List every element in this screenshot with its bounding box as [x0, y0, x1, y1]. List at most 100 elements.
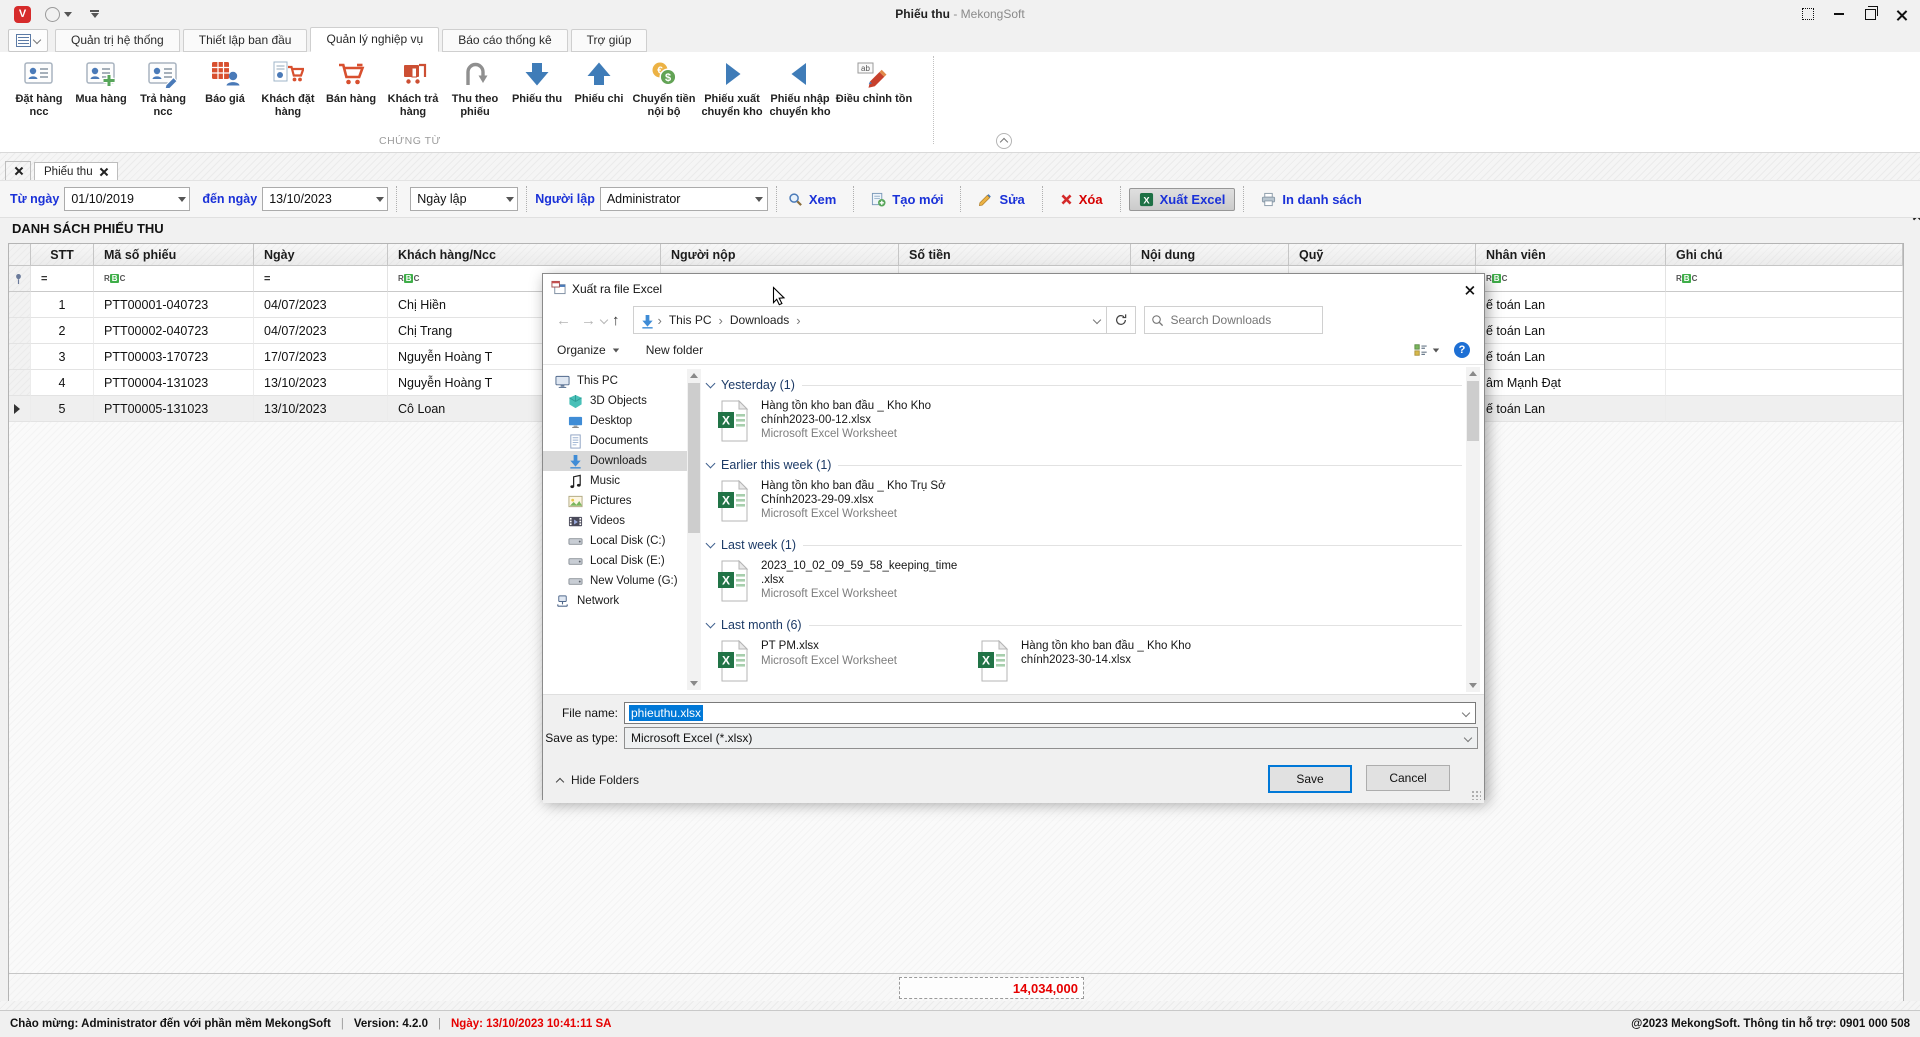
sidebar-item-local-disk-c-[interactable]: Local Disk (C:) [543, 531, 701, 551]
column-header-marker[interactable] [9, 244, 31, 266]
sidebar-item-downloads[interactable]: Downloads [543, 451, 701, 471]
ribbon-item[interactable]: ab Điều chỉnh tồn [834, 56, 914, 106]
ribbon-tab[interactable]: Quản lý nghiệp vụ [310, 27, 439, 52]
ribbon-item[interactable]: Khách trả hàng [382, 56, 444, 119]
ribbon-item[interactable]: Thu theo phiếu [444, 56, 506, 119]
restore-button[interactable] [1863, 7, 1877, 21]
filter-cell-date[interactable]: = [254, 266, 388, 292]
file-group-header[interactable]: Last month (6) [705, 618, 1484, 632]
column-header-date[interactable]: Ngày [254, 244, 388, 266]
ribbon-item[interactable]: Báo giá [194, 56, 256, 106]
list-item[interactable]: X Hàng tồn kho ban đầu _ Kho Khochính202… [977, 640, 1225, 685]
ribbon-tab[interactable]: Quản trị hệ thống [55, 29, 180, 52]
ribbon-item[interactable]: Trả hàng ncc [132, 56, 194, 119]
search-input[interactable] [1169, 312, 1293, 328]
hide-folders-button[interactable]: Hide Folders [557, 773, 639, 787]
ribbon-tab[interactable]: Thiết lập ban đầu [183, 29, 308, 52]
date-type-combobox[interactable]: Ngày lập [410, 187, 518, 211]
scrollbar-thumb[interactable] [1467, 381, 1479, 441]
fullscreen-button[interactable] [1801, 7, 1815, 21]
tab-phieu-thu[interactable]: Phiếu thu [34, 162, 118, 181]
back-arrow-icon[interactable]: ← [556, 312, 571, 329]
scrollbar-thumb[interactable] [688, 383, 700, 533]
quick-access-dropdown-icon[interactable] [64, 12, 72, 17]
forward-arrow-icon[interactable]: → [581, 312, 596, 329]
from-date-combobox[interactable]: 01/10/2019 [64, 187, 190, 211]
ribbon-item[interactable]: Khách đặt hàng [256, 56, 320, 119]
file-group-header[interactable]: Yesterday (1) [705, 378, 1484, 392]
sidebar-scrollbar[interactable] [687, 369, 701, 690]
sidebar-item-music[interactable]: Music [543, 471, 701, 491]
quick-access-circle-icon[interactable] [45, 7, 60, 22]
sidebar-item-3d-objects[interactable]: 3D Objects [543, 391, 701, 411]
ribbon-item[interactable]: Bán hàng [320, 56, 382, 106]
ribbon-item[interactable]: Đặt hàng ncc [8, 56, 70, 119]
address-dropdown-icon[interactable] [1092, 316, 1100, 324]
filter-cell-stt[interactable]: = [31, 266, 94, 292]
column-header-customer[interactable]: Khách hàng/Ncc [388, 244, 661, 266]
ribbon-collapse-button[interactable] [996, 133, 1012, 149]
list-item[interactable]: X Hàng tồn kho ban đầu _ Kho Khochính202… [717, 400, 965, 445]
ribbon-item[interactable]: Phiếu chi [568, 56, 630, 106]
search-box[interactable] [1144, 306, 1323, 334]
ribbon-item[interactable]: Mua hàng [70, 56, 132, 106]
column-header-amount[interactable]: Số tiền [899, 244, 1131, 266]
scroll-up-icon[interactable] [690, 373, 698, 378]
close-tab-icon[interactable] [100, 168, 108, 176]
organize-button[interactable]: Organize [557, 343, 620, 357]
cancel-button[interactable]: Cancel [1366, 765, 1450, 791]
sidebar-item-this-pc[interactable]: This PC [543, 371, 701, 391]
list-item[interactable]: X Hàng tồn kho ban đầu _ Kho Trụ SởChính… [717, 480, 965, 525]
ribbon-item[interactable]: Phiếu nhập chuyển kho [766, 56, 834, 119]
column-header-stt[interactable]: STT [31, 244, 94, 266]
in-danh-s-ch-button[interactable]: In danh sách [1252, 189, 1370, 210]
column-header-fund[interactable]: Quỹ [1289, 244, 1476, 266]
to-date-combobox[interactable]: 13/10/2023 [262, 187, 388, 211]
t-o-m-i-button[interactable]: Tạo mới [862, 189, 952, 210]
sidebar-item-new-volume-g-[interactable]: New Volume (G:) [543, 571, 701, 591]
ribbon-item[interactable]: €$ Chuyển tiền nội bộ [630, 56, 698, 119]
sidebar-item-documents[interactable]: Documents [543, 431, 701, 451]
scroll-down-icon[interactable] [1469, 683, 1477, 688]
column-header-employee[interactable]: Nhân viên [1476, 244, 1666, 266]
scroll-down-icon[interactable] [690, 681, 698, 686]
file-group-header[interactable]: Last week (1) [705, 538, 1484, 552]
list-item[interactable]: X 2023_10_02_09_59_58_keeping_time.xlsx … [717, 560, 965, 605]
application-menu-button[interactable] [8, 29, 48, 52]
ribbon-item[interactable]: Phiếu xuất chuyển kho [698, 56, 766, 119]
address-bar[interactable]: › This PC › Downloads › [633, 306, 1107, 334]
column-header-payer[interactable]: Người nộp [661, 244, 899, 266]
ribbon-tab[interactable]: Báo cáo thống kê [442, 29, 567, 52]
new-folder-button[interactable]: New folder [646, 343, 703, 357]
view-options-icon[interactable] [1414, 343, 1440, 357]
chevron-down-icon[interactable] [1462, 709, 1470, 717]
file-group-header[interactable]: Earlier this week (1) [705, 458, 1484, 472]
breadcrumb-this-pc[interactable]: This PC [665, 313, 716, 327]
ribbon-item[interactable]: Phiếu thu [506, 56, 568, 106]
customize-toolbar-icon[interactable] [90, 10, 99, 18]
x-a-button[interactable]: Xóa [1051, 189, 1112, 210]
ribbon-tab[interactable]: Trợ giúp [571, 29, 648, 52]
xu-t-excel-button[interactable]: XXuất Excel [1129, 188, 1236, 211]
s-a-button[interactable]: Sửa [969, 189, 1033, 210]
breadcrumb-downloads[interactable]: Downloads [726, 313, 793, 327]
sidebar-item-pictures[interactable]: Pictures [543, 491, 701, 511]
dialog-close-button[interactable] [1462, 282, 1476, 296]
file-list-scrollbar[interactable] [1466, 367, 1480, 692]
creator-combobox[interactable]: Administrator [600, 187, 768, 211]
sidebar-item-network[interactable]: Network [543, 591, 701, 611]
close-all-tabs-button[interactable] [5, 161, 31, 181]
sidebar-item-videos[interactable]: Videos [543, 511, 701, 531]
filter-cell-note[interactable]: RBC [1666, 266, 1903, 292]
filter-cell-employee[interactable]: RBC [1476, 266, 1666, 292]
save-button[interactable]: Save [1268, 765, 1352, 793]
filter-cell-code[interactable]: RBC [94, 266, 254, 292]
column-header-note[interactable]: Ghi chú [1666, 244, 1903, 266]
minimize-button[interactable] [1832, 7, 1846, 21]
sidebar-item-local-disk-e-[interactable]: Local Disk (E:) [543, 551, 701, 571]
help-icon[interactable]: ? [1454, 342, 1470, 358]
column-header-code[interactable]: Mã số phiếu [94, 244, 254, 266]
refresh-button[interactable] [1107, 306, 1136, 334]
scroll-up-icon[interactable] [1469, 371, 1477, 376]
list-item[interactable]: X PT PM.xlsx Microsoft Excel Worksheet [717, 640, 965, 685]
